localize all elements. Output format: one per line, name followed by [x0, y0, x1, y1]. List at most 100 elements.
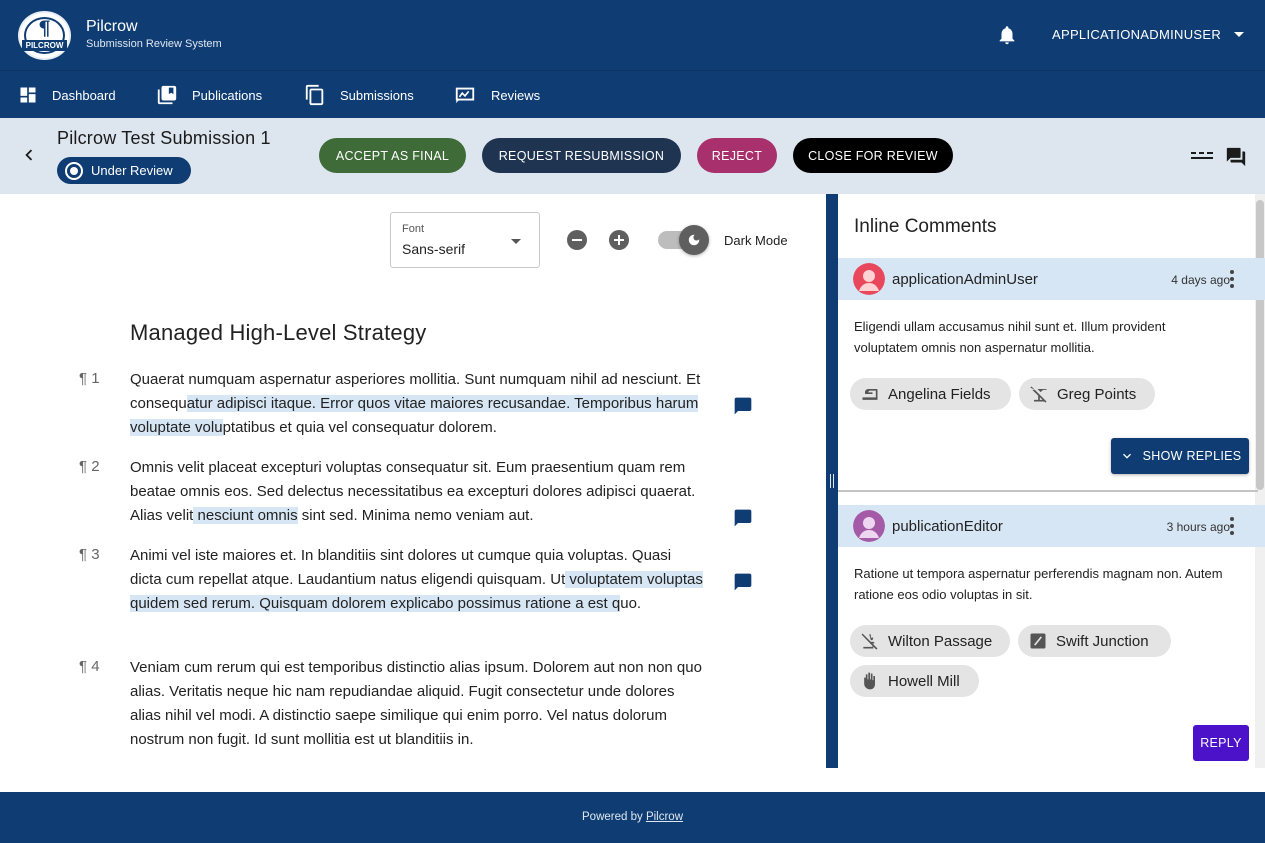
chip-label: Swift Junction: [1056, 632, 1149, 650]
paragraph-text: sint sed. Minima nemo veniam aut.: [297, 507, 534, 524]
status-badge: Under Review: [57, 157, 191, 184]
chip-label: Howell Mill: [888, 672, 960, 690]
style-criteria-chip: Angelina Fields: [850, 378, 1011, 410]
paragraph-number: ¶ 3: [79, 546, 100, 563]
decrease-font-icon[interactable]: [567, 230, 587, 250]
comment-timestamp: 4 days ago: [1171, 273, 1230, 287]
app-header: ¶ PILCROW Pilcrow Submission Review Syst…: [0, 0, 1265, 70]
more-options-icon[interactable]: [1230, 517, 1234, 535]
paragraph-number: ¶ 4: [79, 658, 100, 675]
accept-as-final-button[interactable]: ACCEPT AS FINAL: [319, 138, 466, 173]
request-resubmission-button[interactable]: REQUEST RESUBMISSION: [482, 138, 681, 173]
inline-comment-icon[interactable]: [733, 508, 753, 528]
comment-header: applicationAdminUser 4 days ago: [838, 258, 1265, 300]
panel-resize-handle[interactable]: [826, 194, 838, 768]
footer-text: Powered by Pilcrow: [0, 811, 1265, 823]
comment-author: publicationEditor: [892, 518, 1003, 535]
paragraph-text: ptatibus et quia vel consequatur dolorem…: [222, 419, 497, 436]
inline-comments-panel: Inline Comments applicationAdminUser 4 d…: [838, 194, 1265, 768]
chevron-down-icon[interactable]: [1234, 32, 1244, 37]
main-nav: Dashboard Publications Submissions Revie…: [0, 70, 1265, 118]
nav-item-reviews[interactable]: Reviews: [453, 71, 540, 119]
user-menu-button[interactable]: APPLICATIONADMINUSER: [1052, 27, 1221, 42]
logo-wordmark: PILCROW: [22, 40, 67, 51]
reject-button[interactable]: REJECT: [697, 138, 777, 173]
footer-prefix: Powered by: [582, 811, 643, 823]
comment-author: applicationAdminUser: [892, 271, 1038, 288]
drag-grip-icon[interactable]: [830, 474, 834, 488]
document-title: Managed High-Level Strategy: [130, 320, 427, 345]
close-for-review-button[interactable]: CLOSE FOR REVIEW: [793, 138, 953, 173]
nav-item-publications[interactable]: Publications: [156, 71, 262, 119]
show-replies-label: SHOW REPLIES: [1142, 449, 1242, 463]
inline-comment-highlight[interactable]: nesciunt omnis: [193, 507, 298, 524]
back-arrow-icon[interactable]: [18, 144, 40, 166]
nav-label-dashboard: Dashboard: [52, 87, 116, 103]
submission-action-bar: Pilcrow Test Submission 1 Under Review A…: [0, 118, 1265, 194]
chip-label: Wilton Passage: [888, 632, 993, 650]
comment-header: publicationEditor 3 hours ago: [838, 505, 1265, 547]
inline-comment-icon[interactable]: [733, 396, 753, 416]
comment-body: Ratione ut tempora aspernatur perferendi…: [854, 566, 1223, 602]
toggle-highlights-icon[interactable]: [1191, 149, 1213, 163]
nav-label-publications: Publications: [192, 87, 263, 103]
paragraph-number: ¶ 1: [79, 370, 100, 387]
paragraph-2[interactable]: Omnis velit placeat excepturi voluptas c…: [130, 456, 705, 528]
comment-timestamp: 3 hours ago: [1166, 520, 1230, 534]
comment-divider: [838, 490, 1258, 492]
no-drinks-icon: [1030, 386, 1047, 403]
style-criteria-chip: Swift Junction: [1018, 625, 1171, 657]
pilcrow-logo[interactable]: ¶ PILCROW: [18, 11, 71, 60]
no-food-icon: [861, 633, 878, 650]
reply-button[interactable]: REPLY: [1193, 725, 1249, 761]
style-criteria-chip: Greg Points: [1019, 378, 1155, 410]
show-replies-button[interactable]: SHOW REPLIES: [1111, 438, 1249, 474]
chip-label: Angelina Fields: [888, 385, 991, 403]
dark-mode-label: Dark Mode: [724, 233, 788, 248]
submission-title: Pilcrow Test Submission 1: [57, 128, 271, 148]
chip-label: Greg Points: [1057, 385, 1137, 403]
avatar: [853, 263, 885, 295]
nav-item-submissions[interactable]: Submissions: [304, 71, 414, 119]
avatar: [853, 510, 885, 542]
style-criteria-chip: Howell Mill: [850, 665, 979, 697]
paragraph-3[interactable]: Animi vel iste maiores et. In blanditiis…: [130, 544, 705, 616]
font-select[interactable]: Font Sans-serif: [390, 212, 540, 268]
footer-pilcrow-link[interactable]: Pilcrow: [646, 811, 683, 823]
hand-wave-icon: [864, 672, 875, 690]
iron-icon: [862, 389, 878, 400]
app-footer: Powered by Pilcrow: [0, 792, 1265, 843]
chevron-down-icon: [1122, 453, 1131, 459]
inline-comment-icon[interactable]: [733, 572, 753, 592]
document-pane: Font Sans-serif Dark Mode Managed High-L…: [0, 194, 826, 768]
nav-label-submissions: Submissions: [340, 87, 414, 103]
moon-icon[interactable]: [679, 225, 709, 255]
pilcrow-glyph-icon: ¶: [38, 16, 51, 40]
font-select-label: Font: [402, 223, 425, 235]
publications-icon: [157, 85, 177, 105]
dropdown-arrow-icon: [511, 239, 521, 244]
style-criteria-chip: Wilton Passage: [850, 625, 1010, 657]
more-options-icon[interactable]: [1230, 270, 1234, 288]
paragraph-4[interactable]: Veniam cum rerum qui est temporibus dist…: [130, 656, 705, 752]
scrollbar-thumb[interactable]: [1256, 200, 1264, 490]
increase-font-icon[interactable]: [609, 230, 629, 250]
reviews-icon: [455, 87, 475, 104]
comment-body: Eligendi ullam accusamus nihil sunt et. …: [854, 319, 1166, 355]
status-label: Under Review: [91, 163, 173, 178]
font-select-value: Sans-serif: [402, 241, 466, 257]
paragraph-text: Veniam cum rerum qui est temporibus dist…: [130, 659, 702, 748]
nav-item-dashboard[interactable]: Dashboard: [18, 71, 116, 119]
brand-name: Pilcrow: [86, 18, 138, 35]
submissions-icon: [305, 84, 324, 106]
notifications-bell-icon[interactable]: [996, 24, 1018, 46]
radio-status-icon: [65, 161, 83, 180]
forum-comments-icon[interactable]: [1225, 146, 1247, 168]
slash-square-icon: [1030, 633, 1046, 649]
paragraph-number: ¶ 2: [79, 458, 100, 475]
dashboard-icon: [20, 87, 36, 103]
panel-title: Inline Comments: [854, 216, 997, 237]
paragraph-text: uo.: [620, 595, 642, 612]
nav-label-reviews: Reviews: [491, 87, 541, 103]
paragraph-1[interactable]: Quaerat numquam aspernatur asperiores mo…: [130, 368, 705, 440]
